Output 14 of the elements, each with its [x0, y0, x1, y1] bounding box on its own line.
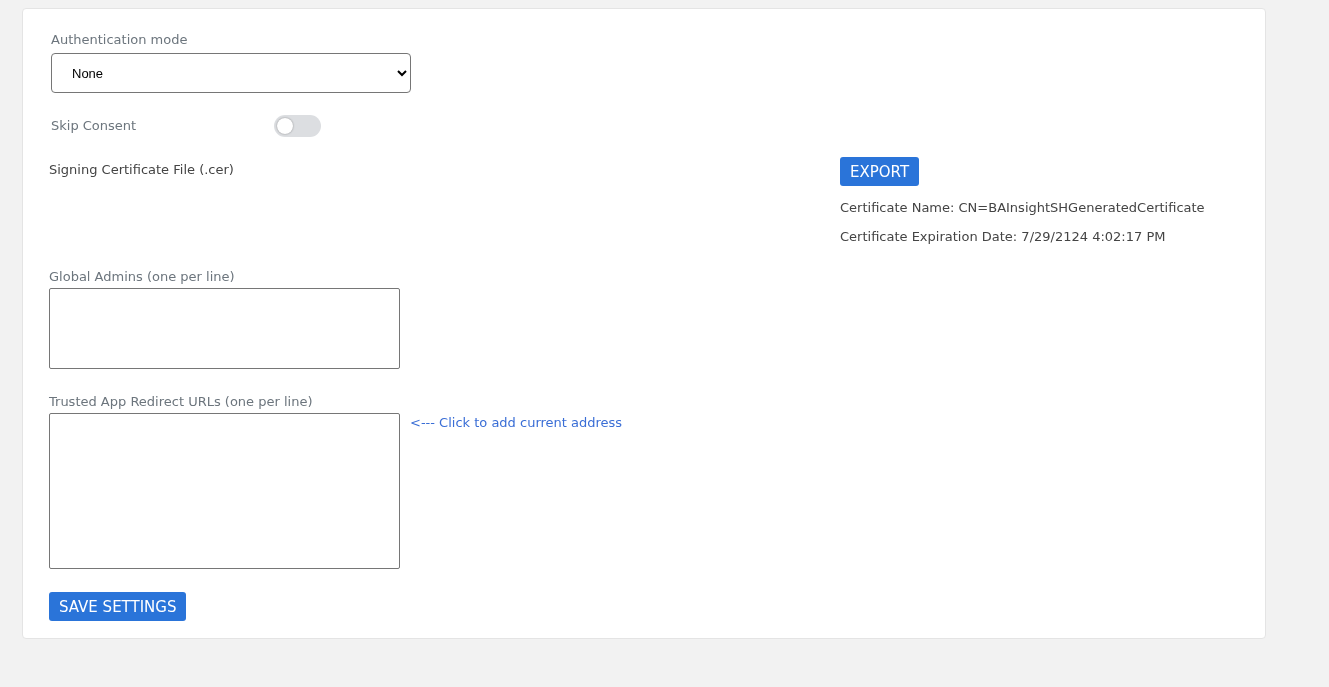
certificate-expiration-date: Certificate Expiration Date: 7/29/2124 4:02:17 PM: [840, 229, 1166, 244]
redirect-urls-textarea[interactable]: [49, 413, 400, 569]
field-label: Authentication mode: [51, 31, 189, 49]
add-current-address-link[interactable]: <--- Click to add current address: [410, 415, 623, 430]
skip-consent-toggle[interactable]: [274, 115, 322, 137]
export-button[interactable]: EXPORT: [840, 157, 920, 186]
field-label: Global Admins (one per line): [49, 268, 236, 286]
field-label: Signing Certificate File (.cer): [49, 161, 234, 179]
certificate-name: Certificate Name: CN=BAInsightSHGeneratedCertificate: [840, 200, 1205, 215]
save-settings-button[interactable]: SAVE SETTINGS: [49, 592, 187, 621]
global-admins-textarea[interactable]: [49, 288, 400, 369]
field-label: Skip Consent: [51, 117, 137, 135]
field-label: Trusted App Redirect URLs (one per line): [49, 393, 314, 411]
authentication-mode-select[interactable]: None: [51, 53, 411, 93]
